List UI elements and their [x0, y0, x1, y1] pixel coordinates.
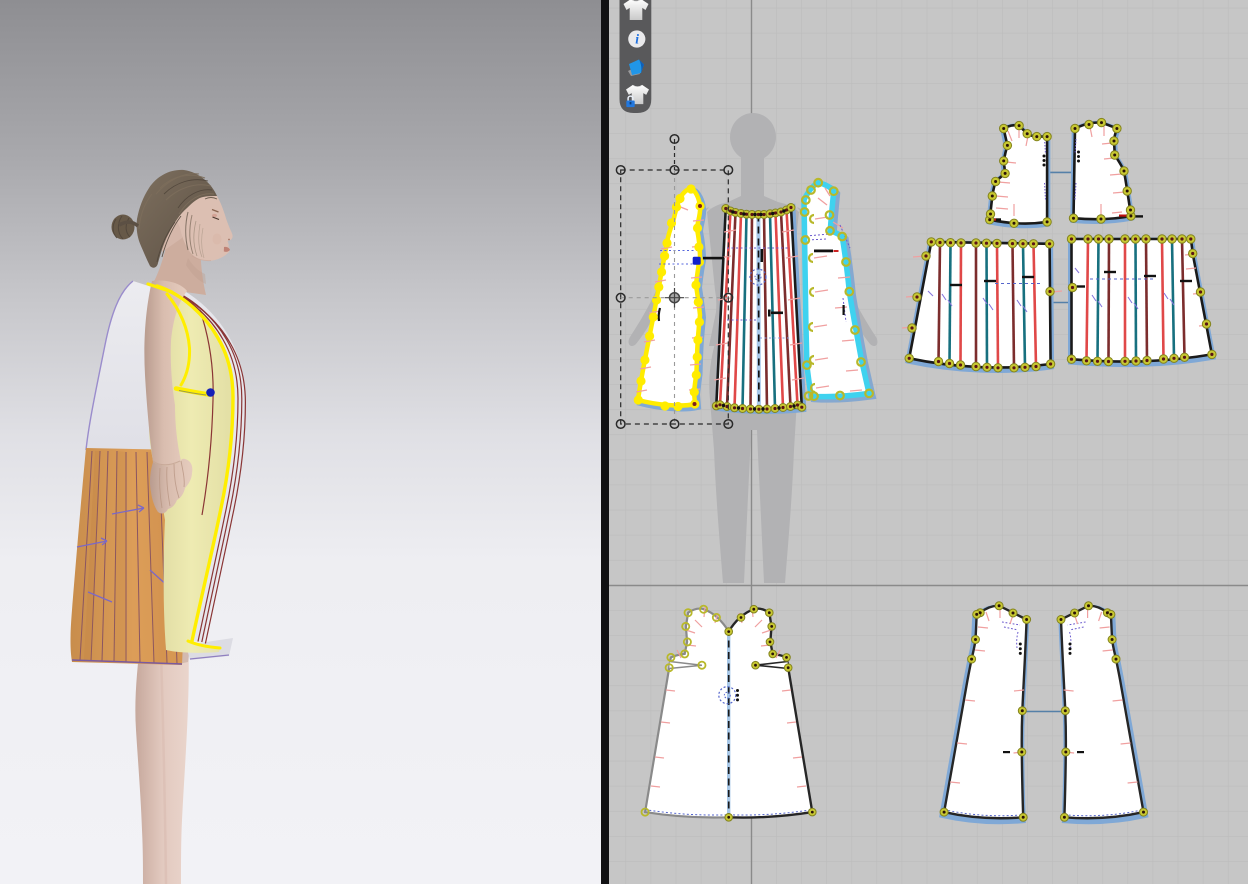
svg-text:i: i — [635, 32, 639, 47]
